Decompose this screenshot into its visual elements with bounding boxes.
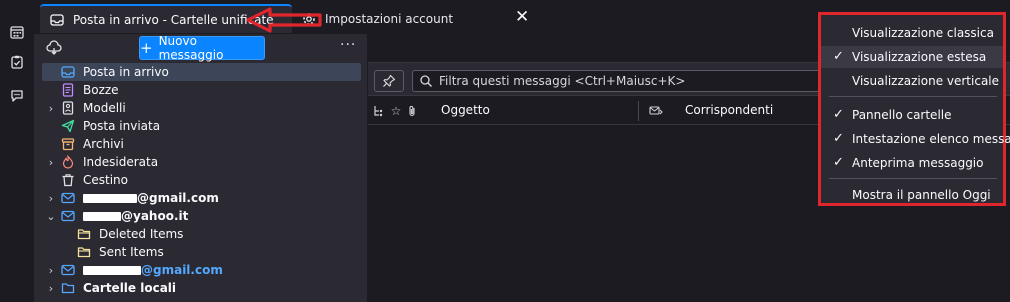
- menu-item-classic-view[interactable]: Visualizzazione classica: [821, 22, 1003, 44]
- menu-item-message-pane[interactable]: ✓ Anteprima messaggio: [821, 152, 1003, 174]
- folder-junk[interactable]: › Indesiderata: [34, 153, 367, 171]
- folder-archive[interactable]: Archivi: [34, 135, 367, 153]
- column-separator[interactable]: [638, 101, 639, 121]
- check-icon: ✓: [833, 107, 844, 122]
- menu-separator: [829, 96, 997, 97]
- folder-deleted-items[interactable]: Deleted Items: [34, 225, 367, 243]
- tab-label: Posta in arrivo - Cartelle unificate: [73, 12, 274, 27]
- local-folders-icon: [61, 281, 75, 295]
- sent-icon: [61, 119, 75, 133]
- account-icon: [61, 191, 75, 205]
- correspondents-icon: [649, 104, 663, 118]
- drafts-icon: [61, 83, 75, 97]
- inbox-icon: [50, 13, 64, 27]
- junk-icon: [61, 155, 75, 169]
- menu-item-vertical-view[interactable]: Visualizzazione verticale: [821, 70, 1003, 92]
- search-icon: [420, 75, 432, 87]
- folder-trash[interactable]: Cestino: [34, 171, 367, 189]
- menu-item-folder-pane[interactable]: ✓ Pannello cartelle: [821, 104, 1003, 126]
- folder-templates[interactable]: › Modelli: [34, 99, 367, 117]
- chevron-right-icon[interactable]: ›: [46, 192, 56, 205]
- close-tab-icon[interactable]: ✕: [515, 9, 529, 26]
- attachment-icon[interactable]: [405, 104, 419, 118]
- column-correspondents[interactable]: Corrispondenti: [685, 103, 773, 117]
- trash-icon: [61, 173, 75, 187]
- view-layout-menu: Visualizzazione classica ✓ Visualizzazio…: [818, 12, 1010, 206]
- folder-tree: Posta in arrivo Bozze › Modelli Posta in…: [34, 63, 367, 297]
- menu-separator: [829, 178, 997, 179]
- chat-icon[interactable]: [7, 86, 27, 106]
- folder-pane-header: + Nuovo messaggio ···: [34, 34, 367, 62]
- folder-inbox[interactable]: Posta in arrivo: [42, 63, 361, 81]
- folder-sent-items[interactable]: Sent Items: [34, 243, 367, 261]
- chevron-right-icon[interactable]: ›: [46, 264, 56, 277]
- filter-messages-input[interactable]: Filtra questi messaggi <Ctrl+Maiusc+K>: [412, 70, 822, 92]
- chevron-down-icon[interactable]: ⌄: [46, 210, 56, 223]
- account-local-folders[interactable]: › Cartelle locali: [34, 279, 367, 297]
- check-icon: ✓: [833, 49, 844, 64]
- column-subject[interactable]: Oggetto: [441, 103, 490, 117]
- folder-sent[interactable]: Posta inviata: [34, 117, 367, 135]
- archive-icon: [61, 137, 75, 151]
- plus-icon: +: [140, 38, 153, 57]
- annotation-arrow: [246, 7, 322, 33]
- account-yahoo[interactable]: ⌄ @yahoo.it: [34, 207, 367, 225]
- redacted-text: [83, 266, 141, 275]
- redacted-text: [83, 212, 121, 221]
- account-gmail-2[interactable]: › @gmail.com: [34, 261, 367, 279]
- chevron-right-icon[interactable]: ›: [46, 102, 56, 115]
- chevron-right-icon[interactable]: ›: [46, 282, 56, 295]
- more-options-icon[interactable]: ···: [340, 38, 356, 52]
- spaces-toolbar: [0, 0, 34, 302]
- menu-item-wide-view[interactable]: ✓ Visualizzazione estesa: [821, 46, 1003, 68]
- templates-icon: [61, 101, 75, 115]
- check-icon: ✓: [833, 131, 844, 146]
- thread-icon[interactable]: [372, 104, 386, 118]
- inbox-icon: [61, 65, 75, 79]
- tab-account-settings[interactable]: Impostazioni account: [296, 4, 546, 33]
- tasks-icon[interactable]: [7, 52, 27, 72]
- folder-icon: [77, 245, 91, 259]
- menu-item-message-list-header[interactable]: ✓ Intestazione elenco messaggi: [821, 128, 1010, 150]
- account-icon: [61, 209, 75, 223]
- star-icon[interactable]: ☆: [389, 104, 403, 118]
- menu-item-today-pane[interactable]: Mostra il pannello Oggi: [821, 184, 1003, 206]
- account-icon: [61, 263, 75, 277]
- folder-drafts[interactable]: Bozze: [34, 81, 367, 99]
- chevron-right-icon[interactable]: ›: [46, 156, 56, 169]
- folder-icon: [77, 227, 91, 241]
- folder-pane: + Nuovo messaggio ··· Posta in arrivo Bo…: [34, 34, 367, 302]
- account-gmail-1[interactable]: › @gmail.com: [34, 189, 367, 207]
- pin-icon: [383, 74, 396, 87]
- redacted-text: [83, 194, 137, 203]
- tab-label: Impostazioni account: [325, 11, 454, 26]
- check-icon: ✓: [833, 155, 844, 170]
- pin-filter-button[interactable]: [374, 70, 404, 92]
- calendar-icon[interactable]: [7, 22, 27, 42]
- new-message-button[interactable]: + Nuovo messaggio: [139, 34, 265, 62]
- get-messages-icon[interactable]: [46, 40, 62, 56]
